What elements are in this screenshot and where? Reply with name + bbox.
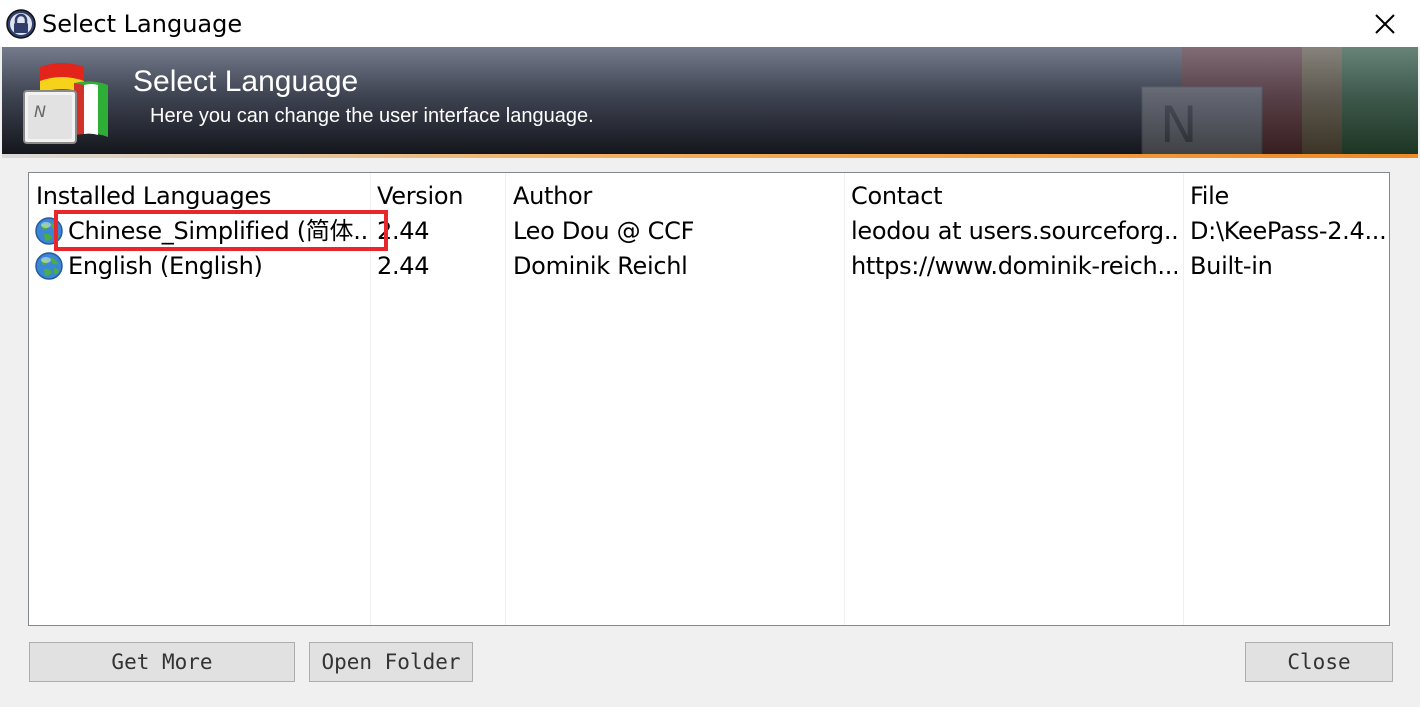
svg-text:N: N	[1160, 96, 1197, 154]
column-header-contact[interactable]: Contact	[851, 180, 1179, 212]
table-row-version: 2.44	[377, 217, 430, 245]
column-separator	[1183, 173, 1184, 625]
column-header-version[interactable]: Version	[377, 180, 501, 212]
banner-description: Here you can change the user interface l…	[150, 105, 594, 127]
open-folder-button[interactable]: Open Folder	[309, 642, 473, 682]
close-button[interactable]: Close	[1245, 642, 1393, 682]
keepass-lock-icon	[6, 9, 36, 39]
window-close-button[interactable]	[1362, 0, 1408, 47]
svg-text:N: N	[34, 102, 46, 121]
table-row-language[interactable]: English (English)	[68, 249, 368, 283]
window-title: Select Language	[42, 10, 243, 38]
column-header-author[interactable]: Author	[513, 180, 839, 212]
table-row-author: Leo Dou @ CCF	[513, 217, 695, 245]
language-flag-icon: N	[23, 63, 108, 144]
column-header-file[interactable]: File	[1190, 180, 1386, 212]
column-separator	[505, 173, 506, 625]
globe-icon	[35, 252, 63, 280]
table-row-author: Dominik Reichl	[513, 252, 688, 280]
column-separator	[844, 173, 845, 625]
highlight-annotation	[54, 210, 388, 251]
table-row-file: D:\KeePass-2.4...	[1190, 217, 1386, 245]
table-row-version: 2.44	[377, 252, 430, 280]
banner-accent-stripe	[2, 154, 1418, 158]
column-header-installed-languages[interactable]: Installed Languages	[36, 180, 366, 212]
banner-title: Select Language	[133, 65, 359, 98]
close-icon	[1375, 13, 1395, 34]
get-more-button[interactable]: Get More	[29, 642, 295, 682]
banner-watermark-icon: N	[1141, 47, 1418, 154]
title-bar: Select Language	[0, 0, 1420, 47]
table-row-contact: leodou at users.sourceforg...	[851, 217, 1177, 245]
header-banner: N N Select Language Here you can change …	[2, 47, 1418, 154]
table-row-contact: https://www.dominik-reich...	[851, 252, 1177, 280]
table-row-file: Built-in	[1190, 252, 1273, 280]
